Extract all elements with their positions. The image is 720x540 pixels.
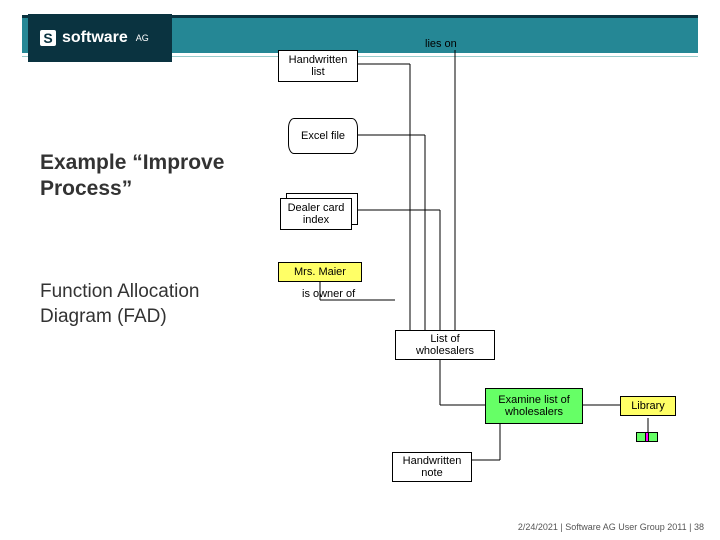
- page-title: Example “Improve Process”: [40, 150, 230, 203]
- footer-date: 2/24/2021: [518, 522, 558, 532]
- handwritten-list-text: Handwritten list: [283, 54, 353, 78]
- handwritten-note-text: Handwritten note: [397, 455, 467, 479]
- mrs-maier-text: Mrs. Maier: [294, 266, 346, 278]
- library-node: Library: [620, 396, 676, 416]
- mrs-maier-node: Mrs. Maier: [278, 262, 362, 282]
- dealer-card-text: Dealer card index: [285, 202, 347, 226]
- lies-on-label: lies on: [425, 38, 457, 50]
- org-chart-icon: [636, 432, 658, 450]
- footer-event: Software AG User Group 2011: [565, 522, 686, 532]
- dealer-card-node: Dealer card index: [280, 198, 352, 230]
- slide: S software AG Example “Improve Process” F…: [0, 0, 720, 540]
- is-owner-label: is owner of: [302, 288, 355, 300]
- excel-file-text: Excel file: [301, 130, 345, 142]
- examine-node: Examine list of wholesalers: [485, 388, 583, 424]
- slide-footer: 2/24/2021 | Software AG User Group 2011 …: [518, 522, 704, 532]
- page-subtitle: Function Allocation Diagram (FAD): [40, 280, 230, 329]
- software-ag-logo: S software AG: [28, 14, 172, 62]
- footer-sep2: |: [687, 522, 694, 532]
- logo-suffix: AG: [136, 33, 149, 43]
- library-text: Library: [631, 400, 665, 412]
- examine-text: Examine list of wholesalers: [490, 394, 578, 418]
- list-wholesalers-text: List of wholesalers: [400, 333, 490, 357]
- logo-text: software: [62, 29, 128, 47]
- handwritten-note-node: Handwritten note: [392, 452, 472, 482]
- excel-file-node: Excel file: [288, 118, 358, 154]
- list-wholesalers-node: List of wholesalers: [395, 330, 495, 360]
- logo-glyph-icon: S: [40, 30, 56, 46]
- footer-page: 38: [694, 522, 704, 532]
- handwritten-list-node: Handwritten list: [278, 50, 358, 82]
